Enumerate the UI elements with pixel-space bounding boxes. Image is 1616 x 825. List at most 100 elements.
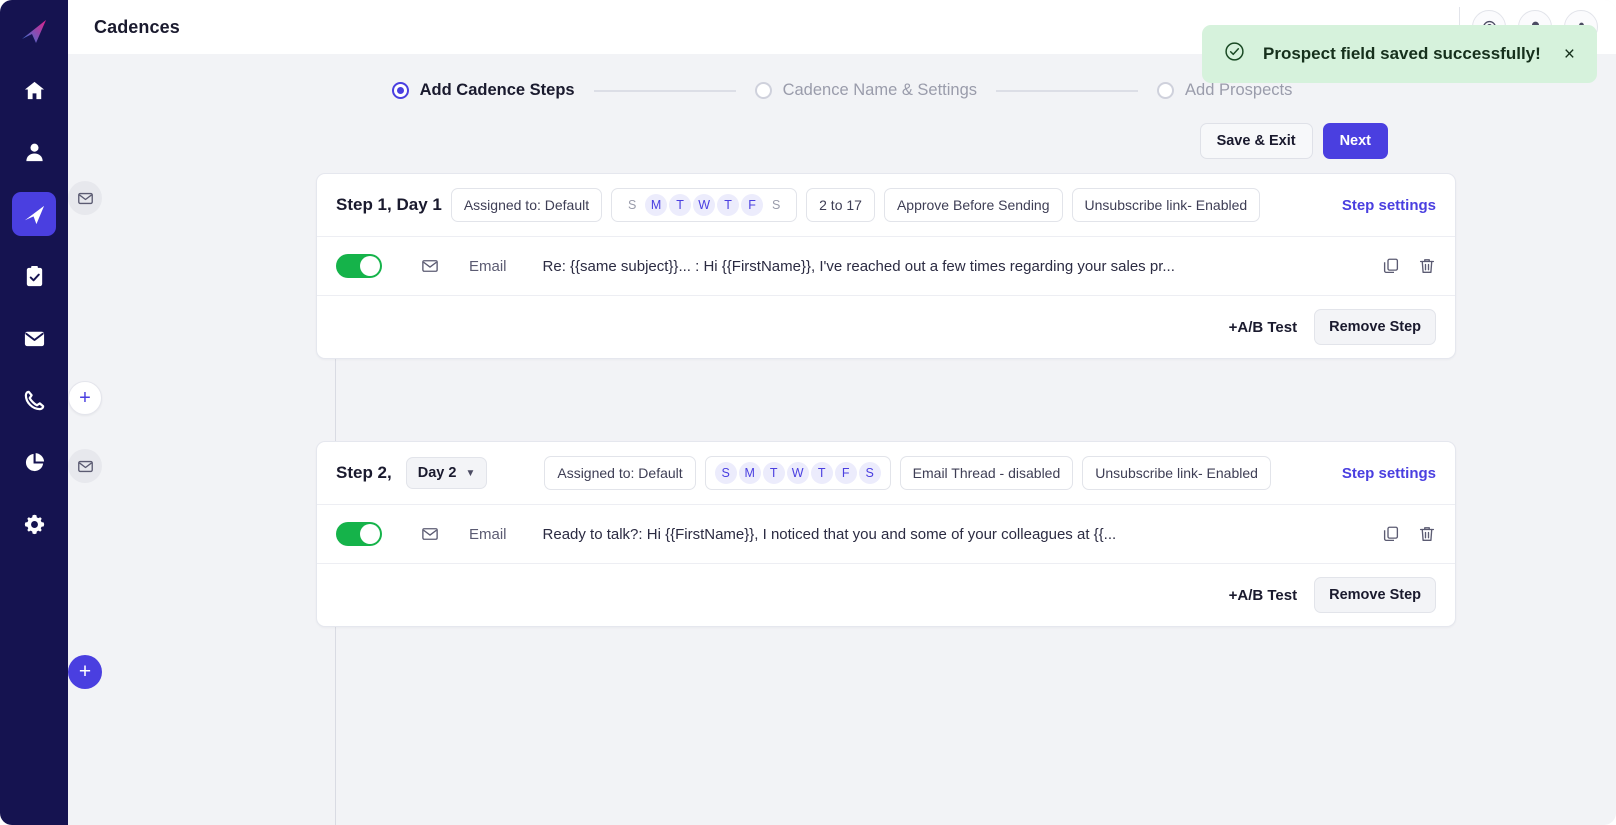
copy-icon[interactable] [1382, 525, 1400, 543]
clipboard-check-icon [23, 265, 46, 288]
pie-chart-icon [23, 451, 46, 474]
add-step-between-wrap: + [68, 359, 1456, 441]
day-chip-sat[interactable]: S [858, 462, 881, 484]
envelope-icon [421, 525, 439, 543]
email-enabled-toggle[interactable] [336, 522, 382, 546]
wizard-step-label: Cadence Name & Settings [782, 81, 978, 99]
day-chip-mon[interactable]: M [645, 194, 668, 216]
wizard-step-add-cadence-steps[interactable]: Add Cadence Steps [391, 81, 575, 100]
unsubscribe-link-pill[interactable]: Unsubscribe link- Enabled [1082, 456, 1271, 490]
wizard-actions: Save & Exit Next [68, 123, 1616, 159]
main-area: Cadences Add Cadence Steps Cadence Name … [68, 0, 1616, 825]
step-row-icons [1382, 257, 1436, 275]
toast-message: Prospect field saved successfully! [1263, 44, 1541, 63]
wizard-step-label: Add Cadence Steps [419, 81, 575, 99]
step-email-preview: Re: {{same subject}}... : Hi {{FirstName… [542, 257, 1175, 275]
step-card: Step 1, Day 1 Assigned to: Default S M T… [316, 173, 1456, 359]
day-chip-mon[interactable]: M [738, 462, 761, 484]
sidebar-item-cadences[interactable] [12, 192, 56, 236]
add-ab-test-button[interactable]: +A/B Test [1229, 587, 1298, 604]
step-radio-icon [1157, 82, 1175, 99]
phone-icon [23, 389, 46, 412]
sidebar-item-tasks[interactable] [12, 254, 56, 298]
remove-step-button[interactable]: Remove Step [1314, 309, 1436, 345]
add-step-end-wrap: + [68, 627, 1456, 719]
sidebar-item-settings[interactable] [12, 502, 56, 546]
add-step-end-button[interactable]: + [68, 655, 102, 689]
sidebar-item-home[interactable] [12, 68, 56, 112]
envelope-icon [68, 181, 102, 215]
sidebar-item-prospects[interactable] [12, 130, 56, 174]
trash-icon[interactable] [1418, 257, 1436, 275]
assigned-to-pill[interactable]: Assigned to: Default [450, 188, 603, 222]
chevron-down-icon: ▼ [465, 467, 476, 479]
cadence-canvas: Step 1, Day 1 Assigned to: Default S M T… [68, 173, 1616, 825]
cadence-step-2: Step 2, Day 2 ▼ Assigned to: Default S M… [68, 441, 1456, 627]
step-card-footer: +A/B Test Remove Step [317, 564, 1455, 626]
email-thread-pill[interactable]: Email Thread - disabled [899, 456, 1074, 490]
send-icon [23, 203, 46, 226]
step-card-header: Step 2, Day 2 ▼ Assigned to: Default S M… [317, 442, 1455, 505]
remove-step-button[interactable]: Remove Step [1314, 577, 1436, 613]
sidebar-item-emails[interactable] [12, 316, 56, 360]
step-title: Step 1, Day 1 [336, 195, 442, 214]
gear-icon [23, 513, 46, 536]
stepper-divider [593, 89, 736, 92]
sidebar-item-reports[interactable] [12, 440, 56, 484]
day-chip-tue[interactable]: T [762, 462, 785, 484]
step-settings-link[interactable]: Step settings [1342, 465, 1436, 482]
add-ab-test-button[interactable]: +A/B Test [1229, 319, 1298, 336]
person-icon [23, 141, 46, 164]
unsubscribe-link-pill[interactable]: Unsubscribe link- Enabled [1071, 188, 1261, 222]
day-chip-fri[interactable]: F [741, 194, 764, 216]
day-chip-tue[interactable]: T [669, 194, 692, 216]
trash-icon[interactable] [1418, 525, 1436, 543]
step-card: Step 2, Day 2 ▼ Assigned to: Default S M… [316, 441, 1456, 627]
step-email-preview: Ready to talk?: Hi {{FirstName}}, I noti… [542, 525, 1117, 543]
copy-icon[interactable] [1382, 257, 1400, 275]
close-icon[interactable]: × [1564, 45, 1575, 64]
wizard-step-add-prospects[interactable]: Add Prospects [1157, 81, 1292, 100]
day-chip-wed[interactable]: W [786, 462, 809, 484]
step-settings-link[interactable]: Step settings [1342, 197, 1436, 214]
cadence-step-1: Step 1, Day 1 Assigned to: Default S M T… [68, 173, 1456, 359]
page-title: Cadences [94, 16, 180, 37]
home-icon [23, 79, 46, 102]
wizard-step-label: Add Prospects [1185, 81, 1293, 99]
assigned-to-pill[interactable]: Assigned to: Default [544, 456, 696, 490]
day-chip-sun[interactable]: S [714, 462, 737, 484]
step-row-icons [1382, 525, 1436, 543]
time-range-pill[interactable]: 2 to 17 [806, 188, 875, 222]
day-chip-thu[interactable]: T [810, 462, 833, 484]
approve-before-sending-pill[interactable]: Approve Before Sending [883, 188, 1063, 222]
step-card-header: Step 1, Day 1 Assigned to: Default S M T… [317, 174, 1455, 237]
envelope-icon [23, 327, 46, 350]
day-chip-wed[interactable]: W [693, 194, 716, 216]
day-chip-thu[interactable]: T [717, 194, 740, 216]
envelope-icon [68, 449, 102, 483]
step-title: Step 2, [336, 463, 392, 482]
step-card-footer: +A/B Test Remove Step [317, 296, 1455, 358]
email-enabled-toggle[interactable] [336, 254, 382, 278]
step-row-type: Email [469, 525, 507, 543]
app-logo[interactable] [10, 8, 58, 56]
next-button[interactable]: Next [1322, 123, 1388, 159]
sidebar-item-calls[interactable] [12, 378, 56, 422]
day-of-week-selector[interactable]: S M T W T F S [704, 456, 891, 490]
check-circle-icon [1224, 41, 1245, 67]
left-sidebar [0, 0, 68, 825]
day-chip-sat[interactable]: S [765, 194, 787, 216]
app-window: Cadences Add Cadence Steps Cadence Name … [0, 0, 1616, 825]
day-chip-sun[interactable]: S [621, 194, 643, 216]
day-of-week-selector[interactable]: S M T W T F S [611, 188, 798, 222]
save-and-exit-button[interactable]: Save & Exit [1199, 123, 1313, 159]
step-email-row: Email Re: {{same subject}}... : Hi {{Fir… [317, 237, 1455, 296]
day-select-value: Day 2 [417, 465, 457, 481]
day-chip-fri[interactable]: F [834, 462, 857, 484]
day-select-dropdown[interactable]: Day 2 ▼ [405, 457, 488, 489]
add-step-button[interactable]: + [68, 381, 102, 415]
envelope-icon [421, 257, 439, 275]
wizard-step-cadence-name-settings[interactable]: Cadence Name & Settings [754, 81, 978, 100]
stepper-divider [996, 89, 1139, 92]
wizard-stepper: Add Cadence Steps Cadence Name & Setting… [68, 81, 1616, 100]
